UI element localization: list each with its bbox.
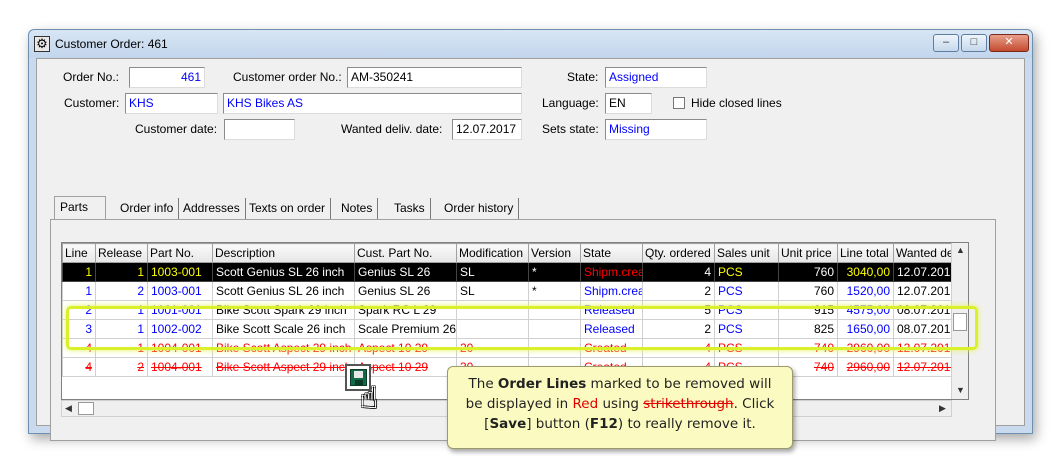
callout-text: using <box>598 396 644 412</box>
scroll-left-icon[interactable]: ◀ <box>65 403 72 414</box>
hand-pointer-icon: ☝ <box>360 382 379 415</box>
horizontal-scroll-thumb[interactable] <box>78 402 94 415</box>
customer-date-label: Customer date: <box>135 122 218 136</box>
table-cell[interactable]: 1520,00 <box>837 281 894 301</box>
table-cell[interactable]: 760 <box>778 281 838 301</box>
table-cell[interactable]: 1004-001 <box>147 357 213 377</box>
customer-order-no-field[interactable]: AM-350241 <box>347 67 522 88</box>
table-cell[interactable]: Scott Genius SL 26 inch <box>212 281 355 301</box>
customer-date-field[interactable] <box>224 119 295 140</box>
callout-f12-key: F12 <box>589 416 618 432</box>
column-header[interactable]: Release <box>95 243 148 263</box>
column-header[interactable]: Part No. <box>147 243 213 263</box>
table-cell[interactable]: * <box>528 281 581 301</box>
table-cell[interactable]: Shipm.creat <box>580 281 643 301</box>
table-cell[interactable]: PCS <box>714 281 779 301</box>
table-cell[interactable]: Bike Scott Aspect 29 inch <box>212 357 355 377</box>
table-cell[interactable]: 1 <box>62 262 96 282</box>
table-cell[interactable]: SL <box>456 281 529 301</box>
app-icon: ⚙ <box>34 36 50 52</box>
table-cell[interactable]: Shipm.creat <box>580 262 643 282</box>
title-bar[interactable]: ⚙ Customer Order: 461 – □ ✕ <box>29 30 1032 58</box>
sets-state-label: Sets state: <box>542 122 599 136</box>
table-header-row: Line Release Part No. Description Cust. … <box>62 243 968 263</box>
tab-tasks[interactable]: Tasks <box>389 198 431 220</box>
table-cell[interactable]: 2 <box>95 281 148 301</box>
window-title: Customer Order: 461 <box>55 37 168 51</box>
customer-label: Customer: <box>64 96 120 110</box>
close-button[interactable]: ✕ <box>989 34 1029 52</box>
sets-state-field[interactable]: Missing <box>605 119 707 140</box>
table-row[interactable]: 1 2 1003-001 Scott Genius SL 26 inch Gen… <box>62 281 968 301</box>
removed-lines-highlight <box>66 306 978 350</box>
column-header[interactable]: State <box>580 243 643 263</box>
column-header[interactable]: Cust. Part No. <box>354 243 457 263</box>
table-cell[interactable]: SL <box>456 262 529 282</box>
order-no-label: Order No.: <box>63 70 120 84</box>
order-no-field[interactable]: 461 <box>129 67 205 88</box>
table-cell[interactable]: 1 <box>62 281 96 301</box>
table-cell[interactable]: 760 <box>778 262 838 282</box>
tab-addresses[interactable]: Addresses <box>178 198 246 220</box>
callout-text: The <box>468 376 498 392</box>
table-cell[interactable]: Scott Genius SL 26 inch <box>212 262 355 282</box>
wanted-deliv-date-field[interactable]: 12.07.2017 <box>452 119 522 140</box>
column-header[interactable]: Line <box>62 243 96 263</box>
column-header[interactable]: Qty. ordered <box>642 243 715 263</box>
scroll-down-icon[interactable]: ▼ <box>956 385 965 395</box>
callout-order-lines: Order Lines <box>497 376 587 392</box>
tab-texts-on-order[interactable]: Texts on order <box>244 198 332 220</box>
column-header[interactable]: Unit price <box>778 243 838 263</box>
customer-order-no-label: Customer order No.: <box>233 70 342 84</box>
table-cell[interactable]: 1003-001 <box>147 281 213 301</box>
scroll-up-icon[interactable]: ▲ <box>956 245 965 255</box>
callout-text: ] button ( <box>526 416 590 432</box>
callout-text: ) to really remove it. <box>617 416 756 432</box>
table-cell[interactable]: 3040,00 <box>837 262 894 282</box>
column-header[interactable]: Modification <box>456 243 529 263</box>
table-cell[interactable]: 2 <box>95 357 148 377</box>
maximize-button[interactable]: □ <box>961 34 987 52</box>
customer-name-field[interactable]: KHS Bikes AS <box>223 93 522 114</box>
help-callout: The Order Lines marked to be removed wil… <box>447 366 793 449</box>
wanted-deliv-date-label: Wanted deliv. date: <box>341 122 443 136</box>
table-cell[interactable]: 1003-001 <box>147 262 213 282</box>
column-header[interactable]: Sales unit <box>714 243 779 263</box>
state-label: State: <box>567 70 599 84</box>
table-cell[interactable]: 1 <box>95 262 148 282</box>
table-cell[interactable]: 2960,00 <box>837 357 894 377</box>
table-row-selected[interactable]: 1 1 1003-001 Scott Genius SL 26 inch Gen… <box>62 262 968 282</box>
tab-parts[interactable]: Parts <box>54 196 106 221</box>
tab-order-info[interactable]: Order info <box>115 198 180 220</box>
callout-save-word: Save <box>489 416 527 432</box>
callout-strikethrough-word: strikethrough <box>643 396 734 412</box>
table-cell[interactable]: Genius SL 26 <box>354 281 457 301</box>
hide-closed-lines-checkbox[interactable] <box>673 97 685 109</box>
column-header[interactable]: Line total <box>837 243 894 263</box>
customer-code-field[interactable]: KHS <box>125 93 218 114</box>
column-header[interactable]: Version <box>528 243 581 263</box>
table-cell[interactable]: Genius SL 26 <box>354 262 457 282</box>
column-header[interactable]: Description <box>212 243 355 263</box>
minimize-button[interactable]: – <box>933 34 959 52</box>
table-cell[interactable]: 2 <box>642 281 715 301</box>
table-cell[interactable]: * <box>528 262 581 282</box>
language-field[interactable]: EN <box>605 93 652 114</box>
table-cell[interactable]: 4 <box>642 262 715 282</box>
scroll-right-icon[interactable]: ▶ <box>939 403 946 414</box>
tab-order-history[interactable]: Order history <box>439 198 520 220</box>
language-label: Language: <box>542 96 599 110</box>
state-field[interactable]: Assigned <box>605 67 707 88</box>
table-cell[interactable]: 4 <box>62 357 96 377</box>
table-cell[interactable]: PCS <box>714 262 779 282</box>
tab-notes[interactable]: Notes <box>336 198 379 220</box>
hide-closed-lines-label: Hide closed lines <box>691 96 782 110</box>
callout-red-word: Red <box>572 396 599 412</box>
